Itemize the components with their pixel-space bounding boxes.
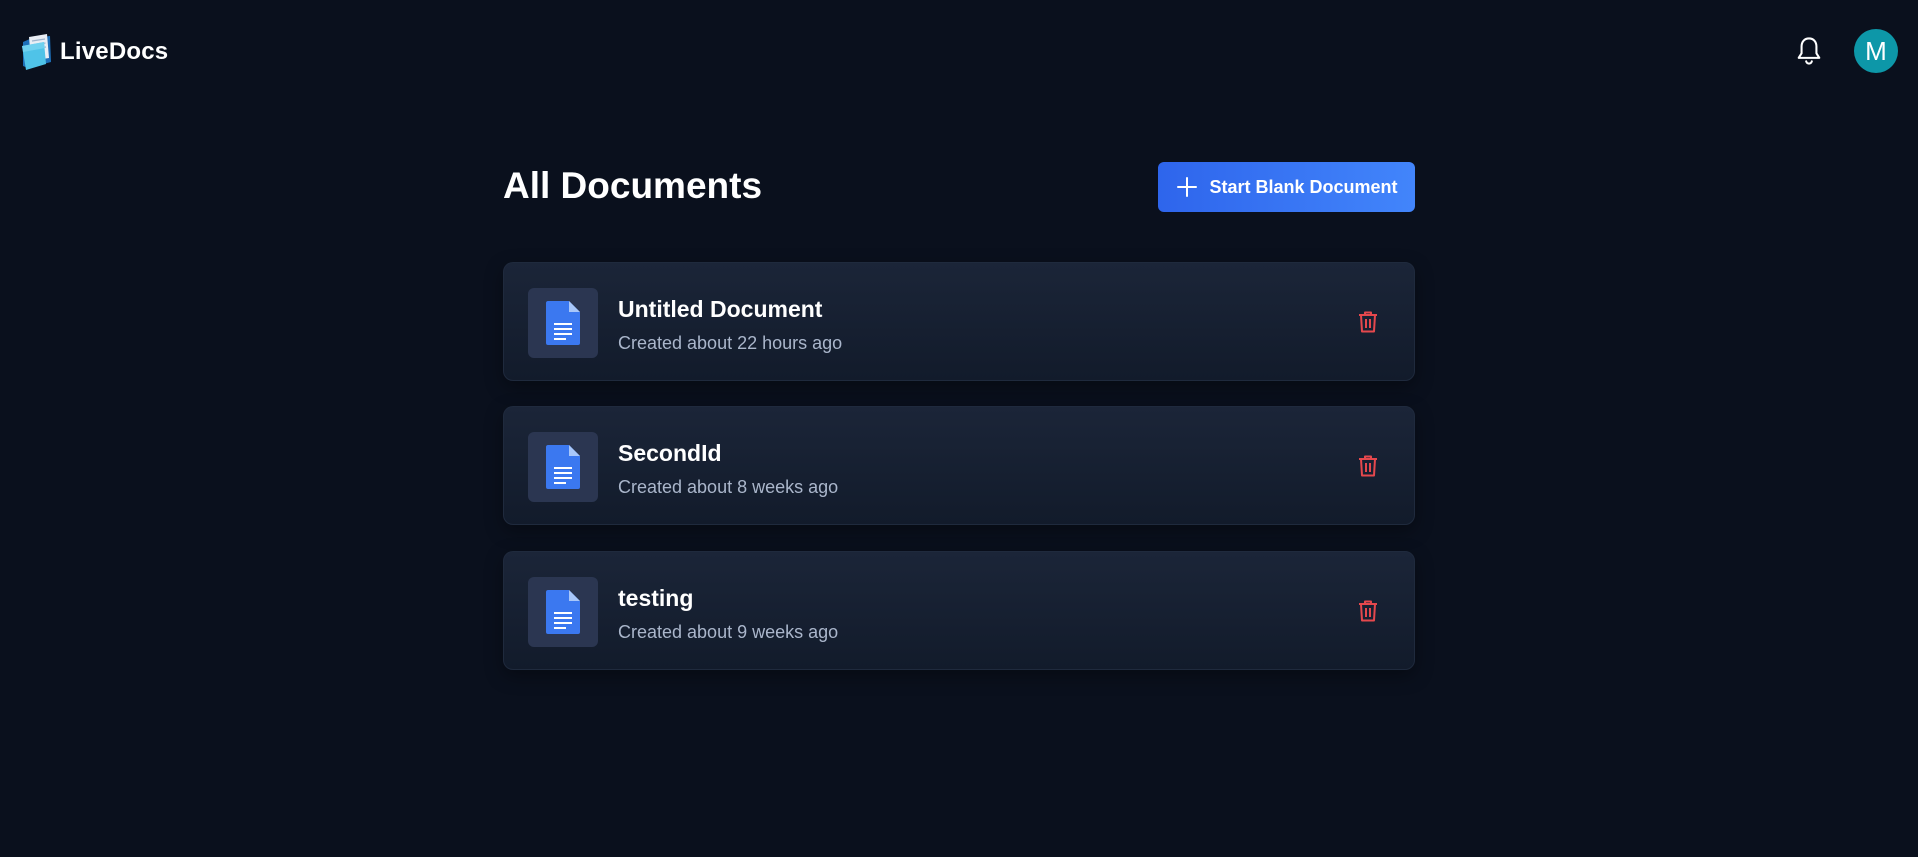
delete-document-button[interactable]: [1356, 598, 1380, 624]
plus-icon: [1177, 177, 1198, 197]
user-avatar[interactable]: M: [1854, 29, 1898, 73]
notifications-button[interactable]: [1794, 34, 1824, 68]
document-thumbnail: [528, 577, 598, 647]
document-created-time: Created about 22 hours ago: [618, 333, 843, 353]
document-thumbnail: [528, 432, 598, 502]
document-icon: [546, 445, 580, 489]
start-blank-document-button[interactable]: Start Blank Document: [1158, 162, 1415, 212]
document-created-time: Created about 8 weeks ago: [618, 477, 839, 497]
bell-icon: [1797, 37, 1821, 65]
trash-icon: [1359, 311, 1377, 333]
document-title: SecondId: [618, 440, 722, 466]
start-blank-document-label: Start Blank Document: [1209, 176, 1398, 197]
document-title: Untitled Document: [618, 296, 823, 322]
top-header: LiveDocs M: [0, 0, 1918, 104]
document-list: Untitled Document Created about 22 hours…: [503, 262, 1415, 697]
page-title: All Documents: [503, 165, 763, 206]
trash-icon: [1359, 600, 1377, 622]
document-title: testing: [618, 585, 694, 611]
delete-document-button[interactable]: [1356, 309, 1380, 335]
avatar-initial: M: [1865, 35, 1887, 66]
document-card[interactable]: testing Created about 9 weeks ago: [503, 551, 1415, 670]
delete-document-button[interactable]: [1356, 453, 1380, 479]
document-created-time: Created about 9 weeks ago: [618, 622, 839, 642]
document-icon: [546, 301, 580, 345]
folder-document-logo-icon: [22, 34, 51, 70]
document-card[interactable]: Untitled Document Created about 22 hours…: [503, 262, 1415, 381]
document-card[interactable]: SecondId Created about 8 weeks ago: [503, 406, 1415, 525]
trash-icon: [1359, 455, 1377, 477]
app-name: LiveDocs: [60, 38, 169, 65]
document-icon: [546, 590, 580, 634]
document-thumbnail: [528, 288, 598, 358]
app-logo[interactable]: LiveDocs: [20, 32, 168, 72]
